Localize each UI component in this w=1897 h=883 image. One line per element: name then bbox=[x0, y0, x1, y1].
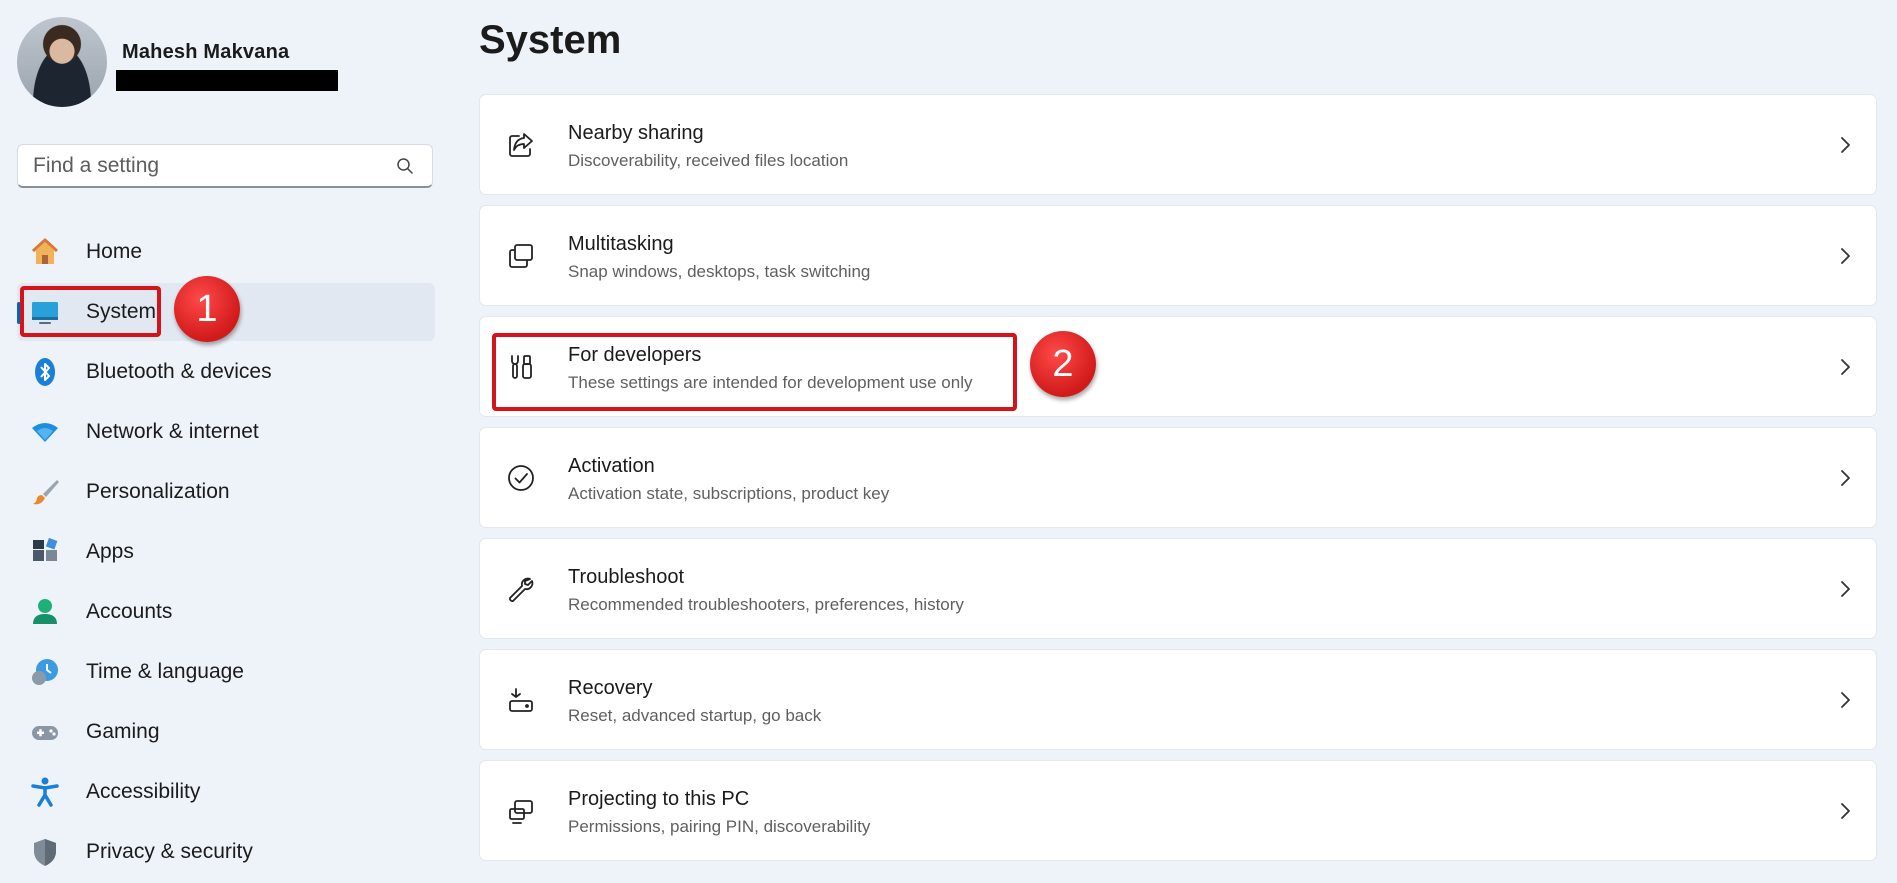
chevron-right-icon bbox=[1841, 802, 1850, 819]
row-text: Projecting to this PC Permissions, pairi… bbox=[568, 788, 870, 837]
profile-name: Mahesh Makvana bbox=[122, 41, 290, 63]
accessibility-icon bbox=[29, 776, 61, 808]
row-title: Nearby sharing bbox=[568, 122, 704, 144]
brush-icon bbox=[29, 476, 61, 508]
main-content: System Nearby sharing Discoverability, r… bbox=[479, 0, 1879, 874]
row-subtitle: Snap windows, desktops, task switching bbox=[568, 262, 871, 281]
sidebar-item-home[interactable]: Home bbox=[17, 223, 435, 281]
sidebar-item-label: Accessibility bbox=[86, 780, 201, 803]
time-language-icon bbox=[29, 656, 61, 688]
chevron-right-icon bbox=[1841, 136, 1850, 153]
avatar bbox=[17, 17, 107, 107]
chevron-right-icon bbox=[1841, 580, 1850, 597]
sidebar-item-label: Privacy & security bbox=[86, 840, 253, 863]
sidebar-item-time-language[interactable]: Time & language bbox=[17, 643, 435, 701]
search-input[interactable]: Find a setting bbox=[17, 144, 433, 188]
step-badge-1: 1 bbox=[174, 276, 240, 342]
search-icon[interactable] bbox=[396, 157, 414, 175]
bluetooth-icon bbox=[29, 356, 61, 388]
chevron-right-icon bbox=[1841, 691, 1850, 708]
search-placeholder: Find a setting bbox=[33, 153, 160, 177]
settings-row-projecting[interactable]: Projecting to this PC Permissions, pairi… bbox=[479, 760, 1877, 861]
settings-row-troubleshoot[interactable]: Troubleshoot Recommended troubleshooters… bbox=[479, 538, 1877, 639]
row-text: Activation Activation state, subscriptio… bbox=[568, 455, 889, 504]
sidebar-item-personalization[interactable]: Personalization bbox=[17, 463, 435, 521]
sidebar-item-label: Network & internet bbox=[86, 420, 259, 443]
settings-row-activation[interactable]: Activation Activation state, subscriptio… bbox=[479, 427, 1877, 528]
sidebar-item-network[interactable]: Network & internet bbox=[17, 403, 435, 461]
row-text: Recovery Reset, advanced startup, go bac… bbox=[568, 677, 821, 726]
check-circle-icon bbox=[505, 462, 537, 494]
redacted-email bbox=[116, 70, 338, 91]
accounts-icon bbox=[29, 596, 61, 628]
wrench-icon bbox=[505, 573, 537, 605]
apps-icon bbox=[29, 536, 61, 568]
chevron-right-icon bbox=[1841, 247, 1850, 264]
row-subtitle: Reset, advanced startup, go back bbox=[568, 706, 822, 725]
chevron-right-icon bbox=[1841, 358, 1850, 375]
sidebar-item-label: Apps bbox=[86, 540, 134, 563]
sidebar-item-bluetooth[interactable]: Bluetooth & devices bbox=[17, 343, 435, 401]
row-subtitle: Activation state, subscriptions, product… bbox=[568, 484, 890, 503]
row-text: Troubleshoot Recommended troubleshooters… bbox=[568, 566, 964, 615]
page-title: System bbox=[479, 18, 622, 62]
row-title: Recovery bbox=[568, 677, 653, 699]
recovery-icon bbox=[505, 684, 537, 716]
row-text: Nearby sharing Discoverability, received… bbox=[568, 122, 848, 171]
share-icon bbox=[505, 129, 537, 161]
row-subtitle: Recommended troubleshooters, preferences… bbox=[568, 595, 964, 614]
gamepad-icon bbox=[29, 716, 61, 748]
user-profile[interactable]: Mahesh Makvana bbox=[17, 17, 338, 107]
sidebar-item-gaming[interactable]: Gaming bbox=[17, 703, 435, 761]
sidebar-item-privacy-security[interactable]: Privacy & security bbox=[17, 823, 435, 881]
row-subtitle: Discoverability, received files location bbox=[568, 151, 849, 170]
settings-row-nearby-sharing[interactable]: Nearby sharing Discoverability, received… bbox=[479, 94, 1877, 195]
settings-list: Nearby sharing Discoverability, received… bbox=[479, 94, 1877, 871]
row-title: Multitasking bbox=[568, 233, 674, 255]
row-text: Multitasking Snap windows, desktops, tas… bbox=[568, 233, 870, 282]
sidebar-item-label: Accounts bbox=[86, 600, 173, 623]
settings-row-recovery[interactable]: Recovery Reset, advanced startup, go bac… bbox=[479, 649, 1877, 750]
row-title: Projecting to this PC bbox=[568, 788, 750, 810]
sidebar-item-label: Personalization bbox=[86, 480, 230, 503]
settings-row-multitasking[interactable]: Multitasking Snap windows, desktops, tas… bbox=[479, 205, 1877, 306]
sidebar-item-label: Gaming bbox=[86, 720, 160, 743]
row-subtitle: Permissions, pairing PIN, discoverabilit… bbox=[568, 817, 871, 836]
sidebar-item-label: Home bbox=[86, 240, 143, 263]
row-title: Activation bbox=[568, 455, 655, 477]
shield-icon bbox=[29, 836, 61, 868]
step-badge-2: 2 bbox=[1030, 331, 1096, 397]
multitasking-icon bbox=[505, 240, 537, 272]
sidebar-item-apps[interactable]: Apps bbox=[17, 523, 435, 581]
sidebar-item-label: Time & language bbox=[86, 660, 244, 683]
sidebar-item-accessibility[interactable]: Accessibility bbox=[17, 763, 435, 821]
chevron-right-icon bbox=[1841, 469, 1850, 486]
profile-text: Mahesh Makvana bbox=[116, 41, 338, 91]
projecting-icon bbox=[505, 795, 537, 827]
wifi-icon bbox=[29, 416, 61, 448]
sidebar-item-label: Bluetooth & devices bbox=[86, 360, 272, 383]
sidebar: Mahesh Makvana Find a setting Home Syste… bbox=[0, 0, 450, 874]
highlight-system bbox=[20, 286, 161, 337]
highlight-for-developers bbox=[492, 333, 1017, 411]
home-icon bbox=[29, 236, 61, 268]
row-title: Troubleshoot bbox=[568, 566, 684, 588]
sidebar-item-accounts[interactable]: Accounts bbox=[17, 583, 435, 641]
